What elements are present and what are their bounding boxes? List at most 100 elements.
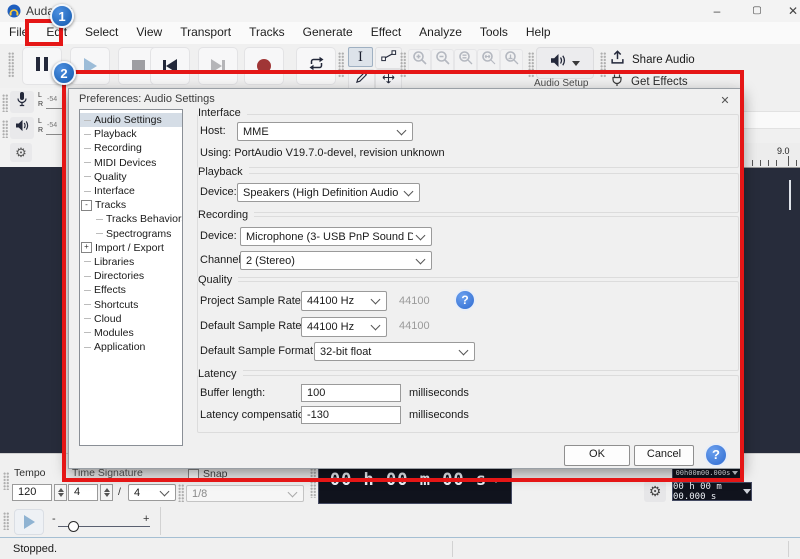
play-meter-button[interactable]: [10, 117, 34, 139]
collapse-icon[interactable]: -: [81, 199, 92, 211]
tree-item-tracks-behaviors[interactable]: Tracks Behaviors: [80, 212, 182, 226]
playspeed-grip[interactable]: [3, 512, 9, 530]
zoom-toggle-button[interactable]: [500, 49, 523, 72]
menu-item-view[interactable]: View: [127, 22, 171, 44]
menu-item-transport[interactable]: Transport: [171, 22, 240, 44]
ok-button[interactable]: OK: [564, 445, 630, 466]
play-meter-grip[interactable]: [2, 120, 8, 138]
play-at-speed-button[interactable]: [14, 509, 44, 535]
status-separator: [788, 541, 789, 557]
tree-item-import-export[interactable]: + Import / Export: [80, 241, 182, 255]
share-grip[interactable]: [600, 52, 606, 78]
tree-item-midi-devices[interactable]: MIDI Devices: [80, 156, 182, 170]
tree-item-interface[interactable]: Interface: [80, 184, 182, 198]
menu-item-help[interactable]: Help: [517, 22, 560, 44]
play-button[interactable]: [70, 47, 110, 85]
track-settings-gear-button[interactable]: ⚙: [10, 143, 32, 162]
minimize-button[interactable]: –: [700, 0, 734, 22]
playback-device-select[interactable]: Speakers (High Definition Audio: [237, 183, 420, 202]
track-canvas-left[interactable]: [0, 167, 66, 453]
tree-item-spectrograms[interactable]: Spectrograms: [80, 227, 182, 241]
menu-item-analyze[interactable]: Analyze: [410, 22, 471, 44]
tree-item-effects[interactable]: Effects: [80, 283, 182, 297]
snap-select[interactable]: 1/8: [186, 485, 304, 502]
transport-grip[interactable]: [8, 52, 14, 78]
record-meter-slider[interactable]: [46, 108, 63, 109]
buffer-length-input[interactable]: 100: [301, 384, 401, 402]
zoom-out-button[interactable]: [431, 49, 454, 72]
selection-end-display[interactable]: 00 h 00 m 00.000 s: [672, 482, 752, 502]
ts-lower-select[interactable]: 4: [128, 484, 176, 501]
time-grip[interactable]: [310, 468, 316, 498]
skip-to-start-button[interactable]: [150, 47, 190, 85]
default-rate-select[interactable]: 44100 Hz: [301, 317, 387, 337]
tree-item-libraries[interactable]: Libraries: [80, 255, 182, 269]
zoom-selection-button[interactable]: [454, 49, 477, 72]
record-meter-grip[interactable]: [2, 94, 8, 112]
tree-item-recording[interactable]: Recording: [80, 141, 182, 155]
close-button[interactable]: ✕: [776, 0, 800, 22]
tools-grip[interactable]: [338, 52, 344, 78]
channels-select[interactable]: 2 (Stereo): [240, 251, 432, 270]
expand-icon[interactable]: +: [81, 242, 92, 254]
tree-item-modules[interactable]: Modules: [80, 326, 182, 340]
get-effects-button[interactable]: Get Effects: [610, 74, 710, 89]
tempo-spinner[interactable]: [54, 484, 67, 501]
skip-to-end-button[interactable]: [198, 47, 238, 85]
zoom-grip[interactable]: [400, 52, 406, 78]
latency-comp-input[interactable]: -130: [301, 406, 401, 424]
snap-grip[interactable]: [178, 484, 184, 502]
record-button[interactable]: [244, 47, 284, 85]
ts-upper-input[interactable]: 4: [68, 484, 98, 501]
project-rate-echo: 44100: [399, 295, 430, 307]
menu-item-tools[interactable]: Tools: [471, 22, 517, 44]
tree-item-directories[interactable]: Directories: [80, 269, 182, 283]
quality-help-button[interactable]: ?: [454, 289, 476, 311]
record-meter-button[interactable]: [10, 91, 34, 113]
skip-start-icon: [163, 59, 177, 73]
menu-item-select[interactable]: Select: [76, 22, 127, 44]
tree-item-audio-settings[interactable]: Audio Settings: [80, 113, 182, 128]
selection-settings-gear-button[interactable]: ⚙: [644, 481, 666, 502]
play-meter-slider[interactable]: [46, 134, 63, 135]
snap-checkbox[interactable]: [188, 469, 199, 480]
zoom-fit-button[interactable]: [477, 49, 500, 72]
tree-item-tracks[interactable]: - Tracks: [80, 198, 182, 212]
format-select[interactable]: 32-bit float: [314, 342, 475, 361]
recording-legend: Recording: [198, 209, 255, 221]
time-signature-grip[interactable]: [3, 472, 9, 490]
speed-slider-handle[interactable]: [68, 521, 79, 532]
host-select[interactable]: MME: [237, 122, 413, 141]
zoom-in-button[interactable]: [408, 49, 431, 72]
envelope-tool-button[interactable]: [375, 47, 402, 69]
menu-item-tracks[interactable]: Tracks: [240, 22, 294, 44]
loop-icon: [307, 56, 326, 76]
track-canvas-right[interactable]: [744, 167, 800, 453]
cancel-button[interactable]: Cancel: [634, 445, 694, 466]
recording-device-select[interactable]: Microphone (3- USB PnP Sound De: [240, 227, 432, 246]
tree-item-shortcuts[interactable]: Shortcuts: [80, 297, 182, 311]
selection-tool-button[interactable]: I: [348, 47, 373, 67]
audio-setup-button[interactable]: [536, 47, 594, 79]
maximize-button[interactable]: ▢: [740, 0, 774, 22]
dialog-help-button[interactable]: ?: [704, 443, 728, 467]
menu-item-file[interactable]: File: [0, 22, 37, 44]
menu-item-effect[interactable]: Effect: [362, 22, 410, 44]
speed-plus-label: +: [143, 513, 150, 525]
tempo-input[interactable]: 120: [12, 484, 52, 501]
tree-item-cloud[interactable]: Cloud: [80, 312, 182, 326]
tree-item-application[interactable]: Application: [80, 340, 182, 354]
dialog-close-icon[interactable]: ✕: [717, 93, 733, 109]
tree-connector: [84, 190, 91, 192]
vertical-scrollbar[interactable]: [789, 180, 791, 210]
share-audio-button[interactable]: Share Audio: [610, 49, 710, 71]
menu-item-generate[interactable]: Generate: [294, 22, 362, 44]
loop-button[interactable]: [296, 47, 336, 85]
tree-item-playback[interactable]: Playback: [80, 127, 182, 141]
project-rate-select[interactable]: 44100 Hz: [301, 291, 387, 311]
tree-item-quality[interactable]: Quality: [80, 170, 182, 184]
ts-upper-spinner[interactable]: [100, 484, 113, 501]
timeline-ruler[interactable]: 9.0: [744, 143, 800, 168]
ruler-tick: [796, 160, 797, 166]
audio-setup-grip[interactable]: [528, 52, 534, 78]
